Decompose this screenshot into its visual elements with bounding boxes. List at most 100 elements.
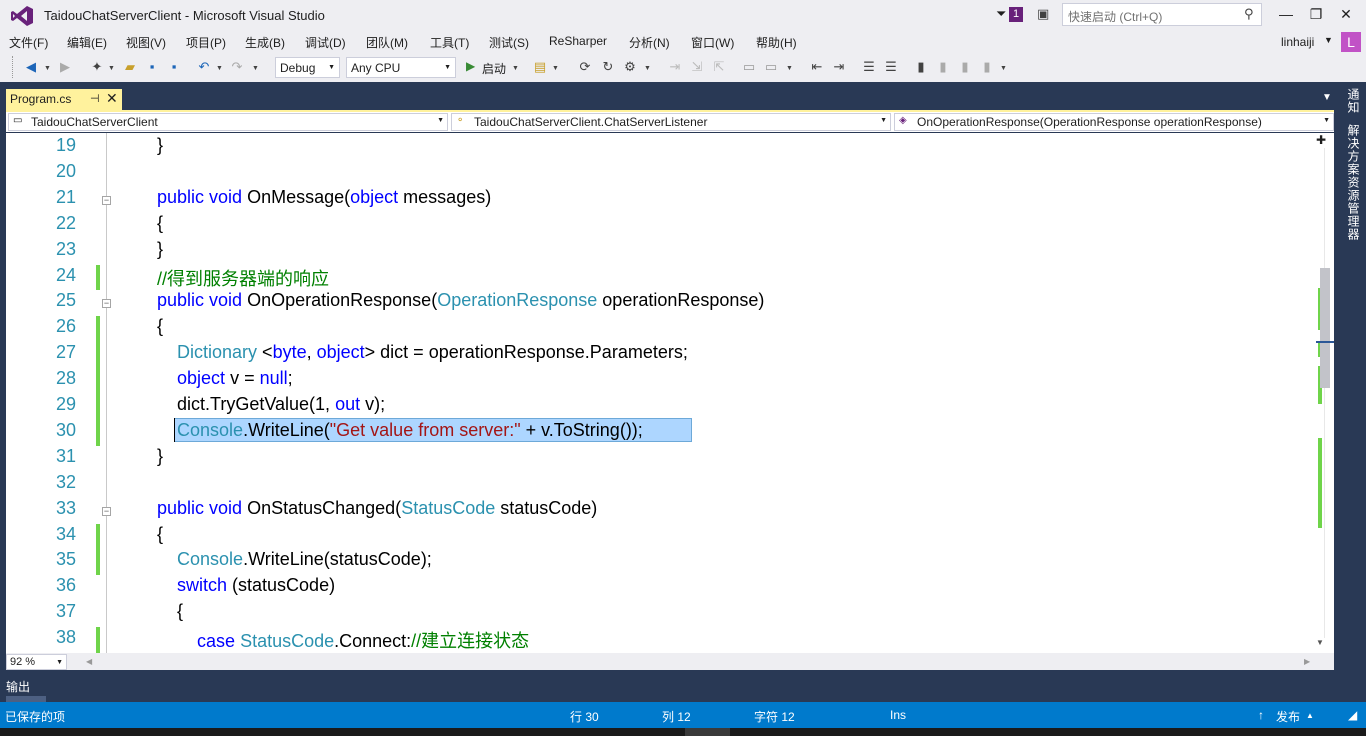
new-project-icon[interactable]: ✦ xyxy=(88,58,106,76)
chevron-down-icon[interactable]: ▼ xyxy=(108,65,115,72)
menu-file[interactable]: 文件(F) xyxy=(9,34,48,51)
refresh-icon[interactable]: ↻ xyxy=(599,58,617,76)
code-line[interactable]: } xyxy=(157,239,163,260)
indent-icon[interactable]: ⇤ xyxy=(808,58,826,76)
tab-overflow-icon[interactable]: ▼ xyxy=(1322,92,1332,103)
toolbar-grip[interactable] xyxy=(12,56,15,78)
pin-icon[interactable]: ⊣ xyxy=(90,92,100,105)
member-dropdown[interactable]: ◈ OnOperationResponse(OperationResponse … xyxy=(894,113,1334,131)
scrollbar-track[interactable] xyxy=(1324,148,1325,638)
chevron-down-icon[interactable]: ▼ xyxy=(1324,35,1333,45)
close-icon[interactable]: ✕ xyxy=(106,90,118,107)
code-line[interactable]: //得到服务器端的响应 xyxy=(157,265,329,291)
split-window-icon[interactable]: ✚ xyxy=(1316,133,1326,147)
notification-filter-icon[interactable]: ⏷ xyxy=(996,6,1006,22)
menu-build[interactable]: 生成(B) xyxy=(245,34,285,51)
code-line[interactable]: { xyxy=(157,524,163,545)
menu-window[interactable]: 窗口(W) xyxy=(691,34,734,51)
code-editor[interactable]: 19 20 21 22 23 24 25 26 27 28 29 30 31 32 33 34 35 36 37 38… xyxy=(6,133,1334,653)
chevron-down-icon[interactable]: ▼ xyxy=(786,65,793,72)
menu-test[interactable]: 测试(S) xyxy=(489,34,529,51)
search-icon[interactable]: ⚲ xyxy=(1244,6,1254,22)
chevron-down-icon[interactable]: ▼ xyxy=(216,65,223,72)
tab-program-cs[interactable]: Program.cs ⊣ ✕ xyxy=(6,89,122,110)
line-number: 27 xyxy=(55,342,76,363)
uncomment-icon[interactable]: ▭ xyxy=(762,58,780,76)
menu-resharper[interactable]: ReSharper xyxy=(549,34,607,48)
comment-icon[interactable]: ▭ xyxy=(740,58,758,76)
code-line[interactable]: } xyxy=(157,135,163,156)
code-line[interactable]: { xyxy=(157,601,183,622)
publish-arrow-icon[interactable]: ↑ xyxy=(1258,708,1264,722)
avatar[interactable]: L xyxy=(1341,32,1361,52)
class-dropdown[interactable]: ⚬ TaidouChatServerClient.ChatServerListe… xyxy=(451,113,891,131)
menu-tools[interactable]: 工具(T) xyxy=(430,34,469,51)
chevron-up-icon[interactable]: ▲ xyxy=(1306,711,1314,720)
code-line[interactable]: Dictionary <byte, object> dict = operati… xyxy=(157,342,688,363)
code-line[interactable]: Console.WriteLine(statusCode); xyxy=(157,549,432,570)
code-line[interactable]: { xyxy=(157,316,163,337)
platform-select[interactable]: Any CPU ▼ xyxy=(346,57,456,78)
outdent-icon[interactable]: ⇥ xyxy=(830,58,848,76)
zoom-select[interactable]: 92 % ▼ xyxy=(6,654,67,670)
undo-icon[interactable]: ↶ xyxy=(195,58,213,76)
code-line[interactable]: public void OnOperationResponse(Operatio… xyxy=(157,290,764,311)
collapse-toggle-icon[interactable]: − xyxy=(102,195,111,205)
code-line[interactable]: dict.TryGetValue(1, out v); xyxy=(157,394,385,415)
minimize-button[interactable]: — xyxy=(1271,4,1301,24)
menu-team[interactable]: 团队(M) xyxy=(366,34,408,51)
notifications-tab[interactable]: 通知 xyxy=(1345,88,1362,114)
start-button[interactable]: 启动 xyxy=(482,60,506,77)
bookmark-icon[interactable]: ▮ xyxy=(912,58,930,76)
vertical-scrollbar[interactable] xyxy=(1316,148,1334,653)
align-right-icon[interactable]: ☰ xyxy=(882,58,900,76)
maximize-button[interactable]: ❐ xyxy=(1301,4,1331,24)
code-line[interactable]: case StatusCode.Connect://建立连接状态 xyxy=(157,627,529,653)
scroll-down-icon[interactable]: ▼ xyxy=(1316,638,1324,647)
find-in-files-icon[interactable]: ▤ xyxy=(531,58,549,76)
open-file-icon[interactable]: ▰ xyxy=(121,58,139,76)
horizontal-scrollbar[interactable]: 92 % ▼ ◀ ▶ xyxy=(6,653,1334,670)
scroll-left-icon[interactable]: ◀ xyxy=(86,657,92,666)
chevron-down-icon[interactable]: ▼ xyxy=(44,65,51,72)
menu-edit[interactable]: 编辑(E) xyxy=(67,34,107,51)
start-debugging-icon[interactable]: ▶ xyxy=(466,59,475,73)
collapse-toggle-icon[interactable]: − xyxy=(102,299,111,309)
browser-link-icon[interactable]: ⟳ xyxy=(576,58,594,76)
notification-badge[interactable]: 1 xyxy=(1009,7,1023,22)
publish-button[interactable]: 发布 xyxy=(1276,708,1300,725)
collapse-toggle-icon[interactable]: − xyxy=(102,506,111,516)
save-icon[interactable]: ▪ xyxy=(143,58,161,76)
navigate-back-icon[interactable]: ◀ xyxy=(22,58,40,76)
scroll-right-icon[interactable]: ▶ xyxy=(1304,657,1310,666)
chevron-down-icon[interactable]: ▼ xyxy=(644,65,651,72)
resize-grip-icon[interactable]: ◢ xyxy=(1348,708,1357,722)
configuration-select[interactable]: Debug ▼ xyxy=(275,57,340,78)
close-button[interactable]: ✕ xyxy=(1331,4,1361,24)
code-line[interactable]: object v = null; xyxy=(157,368,293,389)
chevron-down-icon[interactable]: ▼ xyxy=(1000,65,1007,72)
code-line[interactable]: public void OnStatusChanged(StatusCode s… xyxy=(157,498,597,519)
menu-analyze[interactable]: 分析(N) xyxy=(629,34,670,51)
menu-view[interactable]: 视图(V) xyxy=(126,34,166,51)
scrollbar-thumb[interactable] xyxy=(1320,268,1330,388)
code-line[interactable]: public void OnMessage(object messages) xyxy=(157,187,491,208)
chevron-down-icon[interactable]: ▼ xyxy=(552,65,559,72)
menu-debug[interactable]: 调试(D) xyxy=(305,34,346,51)
code-line[interactable]: } xyxy=(157,446,163,467)
code-line[interactable]: switch (statusCode) xyxy=(157,575,335,596)
menu-help[interactable]: 帮助(H) xyxy=(756,34,797,51)
align-left-icon[interactable]: ☰ xyxy=(860,58,878,76)
quick-launch-input[interactable]: 快速启动 (Ctrl+Q) xyxy=(1062,3,1262,26)
user-name[interactable]: linhaiji xyxy=(1281,35,1314,49)
code-line[interactable]: { xyxy=(157,213,163,234)
settings-icon[interactable]: ⚙ xyxy=(621,58,639,76)
project-dropdown[interactable]: ▭ TaidouChatServerClient ▼ xyxy=(8,113,448,131)
chevron-down-icon[interactable]: ▼ xyxy=(512,65,519,72)
menu-project[interactable]: 项目(P) xyxy=(186,34,226,51)
feedback-icon[interactable]: ▣ xyxy=(1037,6,1049,22)
output-tab[interactable]: 输出 xyxy=(6,678,30,695)
solution-explorer-tab[interactable]: 解决方案资源管理器 xyxy=(1345,124,1362,241)
save-all-icon[interactable]: ▪ xyxy=(165,58,183,76)
code-line[interactable]: Console.WriteLine("Get value from server… xyxy=(157,420,643,441)
